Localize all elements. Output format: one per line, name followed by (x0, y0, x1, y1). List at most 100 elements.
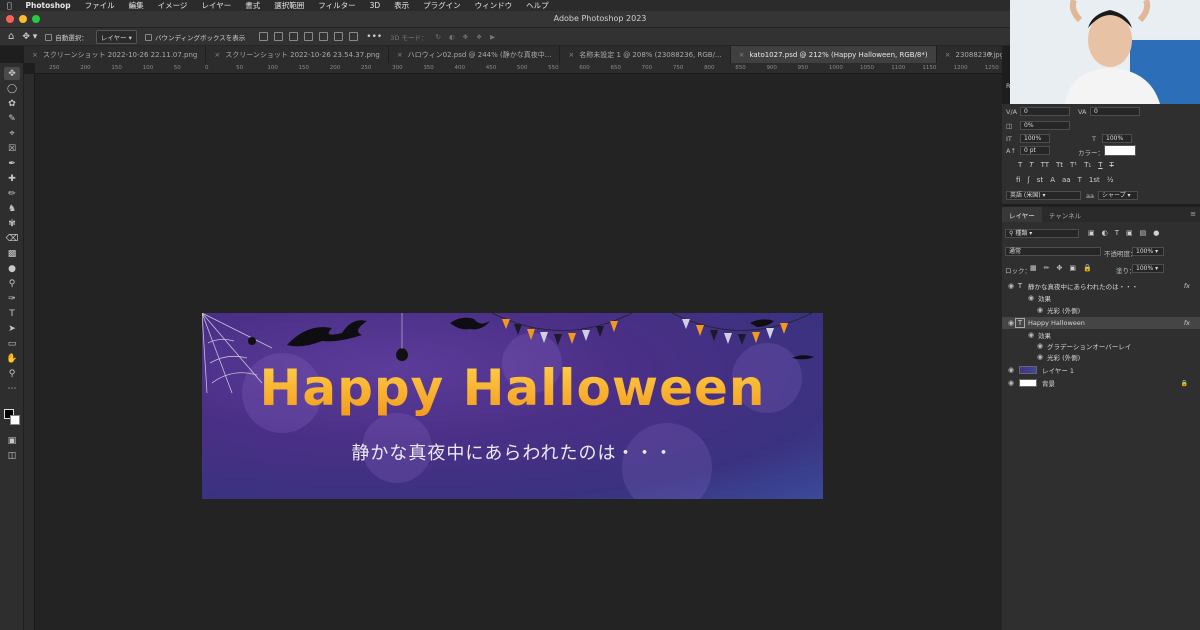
lock-all-icon[interactable]: 🔒 (1083, 264, 1092, 272)
menu-window[interactable]: ウィンドウ (468, 0, 520, 11)
zoom-tool-icon[interactable]: ⚲ (4, 367, 20, 380)
align-vcenter-icon[interactable] (319, 32, 329, 41)
close-tab-icon[interactable]: × (568, 51, 574, 59)
menu-app-name[interactable]: Photoshop (19, 1, 78, 10)
menu-filter[interactable]: フィルター (311, 0, 362, 11)
visibility-eye-icon[interactable]: ◉ (1027, 331, 1035, 339)
move-tool-icon[interactable]: ✥ (4, 67, 20, 80)
titling-icon[interactable]: aa (1062, 176, 1071, 184)
visibility-eye-icon[interactable]: ◉ (1007, 319, 1015, 327)
menu-view[interactable]: 表示 (387, 0, 416, 11)
menu-file[interactable]: ファイル (78, 0, 122, 11)
visibility-eye-icon[interactable]: ◉ (1007, 366, 1015, 374)
swash-icon[interactable]: ʃ (1027, 176, 1029, 184)
filter-toggle-icon[interactable]: ● (1153, 229, 1159, 237)
faux-italic-icon[interactable]: T (1029, 161, 1033, 169)
baseline-shift-field[interactable]: 0 pt (1020, 146, 1050, 155)
menu-3d[interactable]: 3D (363, 1, 388, 10)
text-color-swatch[interactable] (1104, 145, 1136, 156)
tab-screenshot-2[interactable]: × スクリーンショット 2022-10-26 23.54.37.png (206, 46, 389, 63)
menu-type[interactable]: 書式 (238, 0, 267, 11)
background-color-swatch[interactable] (10, 415, 20, 425)
lock-pixels-icon[interactable]: ✏ (1044, 264, 1050, 272)
filter-shape-icon[interactable]: ▣ (1126, 229, 1133, 237)
discretionary-ligature-icon[interactable]: st (1037, 176, 1043, 184)
vertical-scale-field[interactable]: 100% (1020, 134, 1050, 143)
horizontal-scale-field[interactable]: 100% (1102, 134, 1132, 143)
ordinals-icon[interactable]: T (1078, 176, 1082, 184)
tab-layers[interactable]: レイヤー (1002, 207, 1042, 222)
layer-effect-outer-glow[interactable]: ◉ 光彩 (外側) (1002, 351, 1200, 363)
visibility-eye-icon[interactable]: ◉ (1036, 353, 1044, 361)
frame-tool-icon[interactable]: ☒ (4, 142, 20, 155)
filter-type-icon[interactable]: T (1115, 229, 1119, 237)
tab-untitled-1[interactable]: × 名称未設定 1 @ 208% (23088236, RGB/... (560, 46, 731, 63)
auto-select-dropdown[interactable]: レイヤー ▾ (95, 29, 137, 44)
paint-bucket-tool-icon[interactable]: ▩ (4, 247, 20, 260)
brush-tool-icon[interactable]: ✏ (4, 187, 20, 200)
close-tab-icon[interactable]: × (739, 51, 745, 59)
tab-channels[interactable]: チャンネル (1042, 207, 1088, 222)
tsume-field[interactable]: 0% (1020, 121, 1070, 130)
antialias-dropdown[interactable]: シャープ ▾ (1098, 191, 1138, 200)
close-tab-icon[interactable]: × (945, 51, 951, 59)
layer-row-subtitle-text[interactable]: ◉ T 静かな真夜中にあらわれたのは・・・ fx (1002, 280, 1200, 292)
menu-help[interactable]: ヘルプ (519, 0, 556, 11)
path-select-tool-icon[interactable]: ➤ (4, 322, 20, 335)
layer-row-background[interactable]: ◉ 背景 🔒 (1002, 377, 1200, 389)
filter-pixel-icon[interactable]: ▣ (1088, 229, 1095, 237)
stylistic-alternates-icon[interactable]: A (1050, 176, 1055, 184)
align-hcenter-icon[interactable] (274, 32, 284, 41)
visibility-eye-icon[interactable]: ◉ (1007, 282, 1015, 290)
tab-halloween02[interactable]: × ハロウィン02.psd @ 244% (静かな真夜中... (388, 46, 561, 63)
fx-icon[interactable]: fx (1184, 319, 1190, 327)
tracking-field[interactable]: 0 (1020, 107, 1070, 116)
filter-adjustment-icon[interactable]: ◐ (1102, 229, 1108, 237)
faux-bold-icon[interactable]: T (1018, 161, 1022, 169)
ligature-icon[interactable]: fi (1016, 176, 1020, 184)
fill-field[interactable]: 100% ▾ (1132, 264, 1164, 273)
tab-kato1027[interactable]: × kato1027.psd @ 212% (Happy Halloween, R… (730, 46, 937, 63)
menu-image[interactable]: イメージ (151, 0, 195, 11)
align-top-icon[interactable] (304, 32, 314, 41)
type-tool-icon[interactable]: T (4, 307, 20, 320)
pen-tool-icon[interactable]: ✑ (4, 292, 20, 305)
rectangle-tool-icon[interactable]: ▭ (4, 337, 20, 350)
lock-position-icon[interactable]: ✥ (1057, 264, 1063, 272)
fx-icon[interactable]: fx (1184, 282, 1190, 290)
all-caps-icon[interactable]: TT (1041, 161, 1049, 169)
home-icon[interactable]: ⌂ (8, 31, 14, 42)
layer-effect-outer-glow[interactable]: ◉ 光彩 (外側) (1002, 304, 1200, 316)
lasso-tool-icon[interactable]: ✿ (4, 97, 20, 110)
ordinal-icon[interactable]: 1st (1089, 176, 1100, 184)
auto-select-checkbox[interactable]: 自動選択： (45, 32, 88, 42)
menu-plugins[interactable]: プラグイン (416, 0, 468, 11)
menu-select[interactable]: 選択範囲 (267, 0, 311, 11)
healing-brush-tool-icon[interactable]: ✚ (4, 172, 20, 185)
language-dropdown[interactable]: 英語 (米国) ▾ (1006, 191, 1081, 200)
clone-stamp-tool-icon[interactable]: ♞ (4, 202, 20, 215)
marquee-tool-icon[interactable]: ◯ (4, 82, 20, 95)
blend-mode-dropdown[interactable]: 通常 (1005, 247, 1101, 256)
dodge-tool-icon[interactable]: ⚲ (4, 277, 20, 290)
quick-mask-icon[interactable]: ▣ (4, 434, 20, 447)
screen-mode-icon[interactable]: ◫ (4, 449, 20, 462)
bounding-box-checkbox[interactable]: バウンディングボックスを表示 (144, 32, 245, 42)
tab-screenshot-1[interactable]: × スクリーンショット 2022-10-26 22.11.07.png (24, 46, 207, 63)
crop-tool-icon[interactable]: ⌖ (4, 127, 20, 140)
hand-tool-icon[interactable]: ✋ (4, 352, 20, 365)
history-brush-tool-icon[interactable]: ✾ (4, 217, 20, 230)
kerning-field[interactable]: 0 (1090, 107, 1140, 116)
panel-menu-icon[interactable]: ≡ (1190, 210, 1196, 218)
visibility-eye-icon[interactable]: ◉ (1036, 342, 1044, 350)
more-options-icon[interactable]: ••• (366, 32, 382, 42)
underline-icon[interactable]: T (1098, 161, 1102, 169)
visibility-eye-icon[interactable]: ◉ (1036, 306, 1044, 314)
opacity-field[interactable]: 100% ▾ (1132, 247, 1164, 256)
strikethrough-icon[interactable]: T (1110, 161, 1114, 169)
distribute-icon[interactable] (349, 32, 359, 41)
small-caps-icon[interactable]: Tt (1056, 161, 1063, 169)
menu-edit[interactable]: 編集 (122, 0, 151, 11)
lock-transparent-icon[interactable]: ▦ (1030, 264, 1037, 272)
tabs-overflow-icon[interactable]: » (988, 49, 993, 58)
